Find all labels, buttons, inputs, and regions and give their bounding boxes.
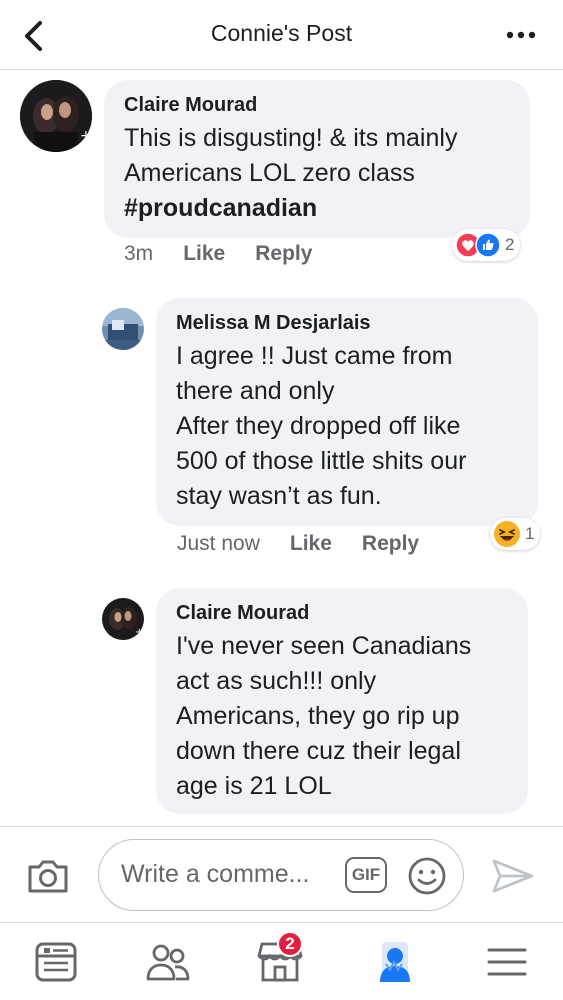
news-feed-icon <box>35 942 77 982</box>
like-button[interactable]: Like <box>290 532 332 556</box>
camera-icon <box>28 860 68 893</box>
friends-icon <box>146 944 190 981</box>
comment-timestamp: 3m <box>124 242 154 265</box>
haha-reaction-icon <box>494 521 520 547</box>
reaction-count: 1 <box>525 524 535 543</box>
profile-avatar-icon <box>380 942 410 982</box>
nav-friends[interactable] <box>143 937 193 987</box>
avatar[interactable]: + <box>102 598 144 640</box>
more-options-button[interactable] <box>501 20 541 50</box>
profile-photo-icon: + <box>102 598 144 640</box>
comment-actions: 3m Like Reply <box>124 242 312 266</box>
comment-bubble[interactable]: Melissa M Desjarlais I agree !! Just cam… <box>156 298 538 526</box>
comment-text: This is disgusting! & its mainly America… <box>124 124 458 187</box>
comment-bubble[interactable]: Claire Mourad I've never seen Canadians … <box>156 588 528 814</box>
like-reaction-icon <box>475 232 501 258</box>
comment-timestamp: Just now <box>177 532 260 555</box>
comment-bubble[interactable]: Claire Mourad This is disgusting! & its … <box>104 80 530 238</box>
profile-photo-icon: + <box>20 80 92 152</box>
camera-button[interactable] <box>26 857 70 897</box>
comment-author[interactable]: Melissa M Desjarlais <box>176 312 518 335</box>
comment-text: I've never seen Canadians act as such!!!… <box>176 632 472 800</box>
notification-badge: 2 <box>277 931 303 957</box>
svg-text:+: + <box>135 627 143 638</box>
menu-icon <box>487 948 527 976</box>
profile-photo-icon <box>102 308 144 350</box>
page-title: Connie's Post <box>210 20 353 46</box>
comment-author[interactable]: Claire Mourad <box>124 94 510 117</box>
reaction-summary[interactable]: 2 <box>452 229 521 261</box>
gif-label: GIF <box>351 865 381 884</box>
reaction-count: 2 <box>505 235 515 254</box>
hashtag-link[interactable]: #proudcanadian <box>124 191 510 226</box>
gif-button[interactable]: GIF <box>345 857 387 893</box>
comment-composer: Write a comme... GIF <box>0 826 563 922</box>
emoji-button[interactable] <box>407 856 447 896</box>
more-dots-icon <box>506 31 536 39</box>
like-button[interactable]: Like <box>183 242 225 266</box>
reaction-summary[interactable]: 1 <box>490 518 541 550</box>
nav-menu[interactable] <box>482 937 532 987</box>
send-button[interactable] <box>490 857 536 897</box>
comment-actions: Just now Like Reply <box>177 532 419 556</box>
smiley-icon <box>408 857 446 895</box>
nav-profile[interactable] <box>370 937 420 987</box>
avatar[interactable] <box>102 308 144 350</box>
bottom-nav: 2 <box>0 922 563 1000</box>
avatar[interactable]: + <box>20 80 92 152</box>
comment-text: I agree !! Just came from there and only… <box>176 342 467 510</box>
svg-text:+: + <box>80 128 92 144</box>
top-bar: Connie's Post <box>0 0 563 70</box>
nav-news-feed[interactable] <box>31 937 81 987</box>
comment-input[interactable]: Write a comme... GIF <box>98 839 464 911</box>
reply-button[interactable]: Reply <box>255 242 312 266</box>
send-icon <box>492 859 534 893</box>
comment-author[interactable]: Claire Mourad <box>176 602 508 625</box>
nav-marketplace[interactable]: 2 <box>255 931 305 987</box>
comment-input-placeholder: Write a comme... <box>121 860 310 888</box>
reply-button[interactable]: Reply <box>362 532 419 556</box>
